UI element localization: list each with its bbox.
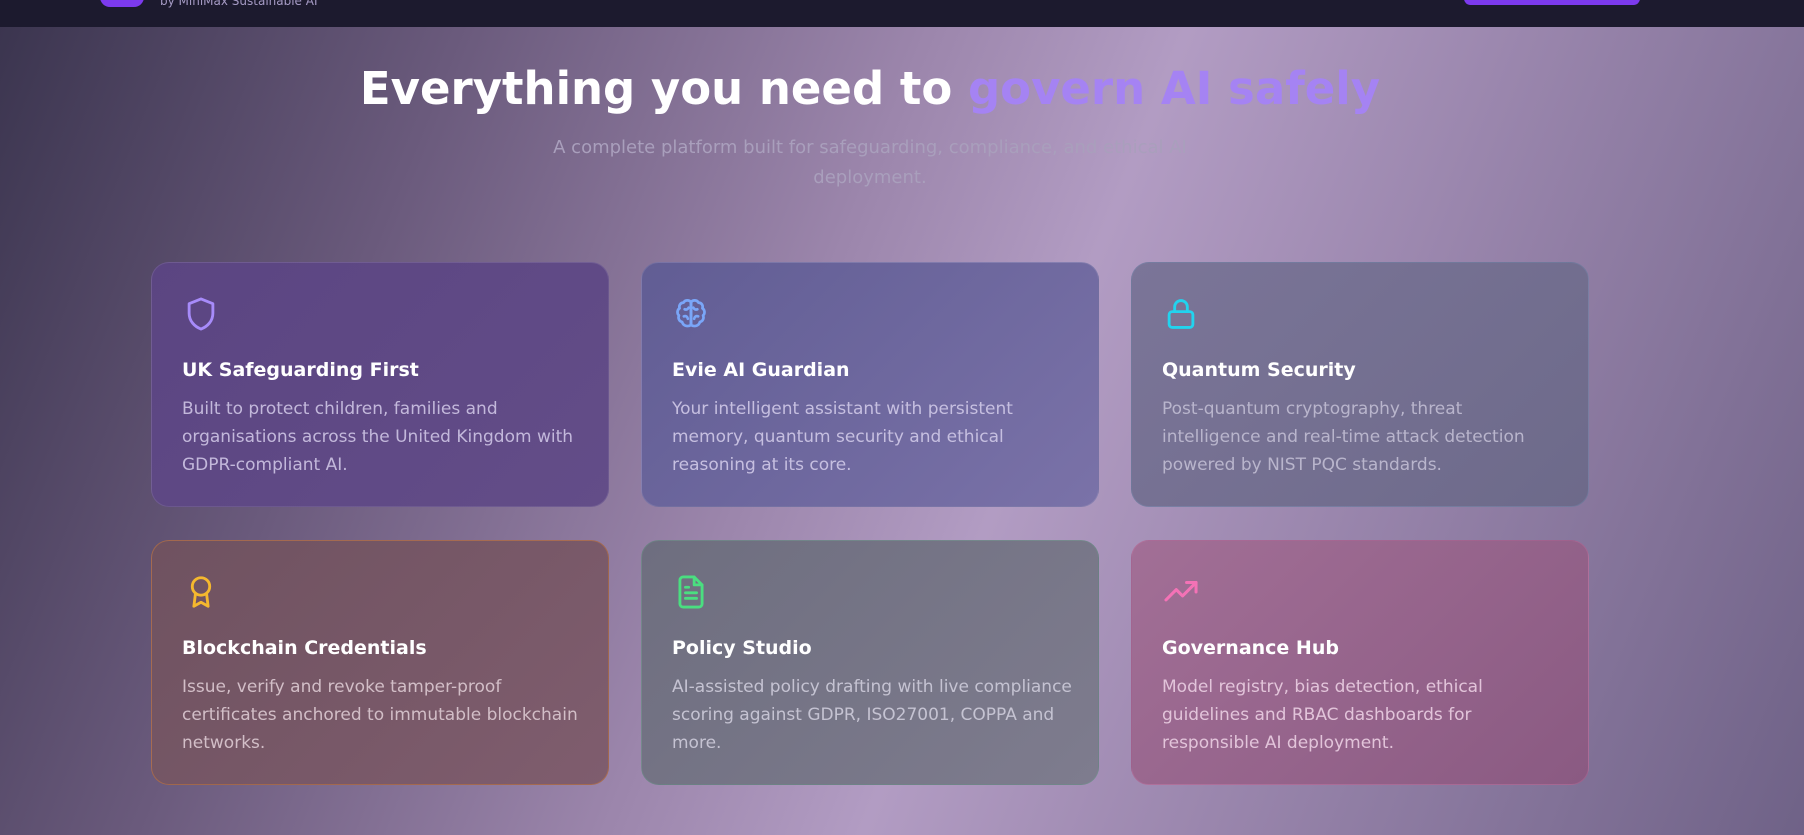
feature-description: Issue, verify and revoke tamper-proof ce…: [182, 677, 578, 753]
header-cta-button[interactable]: [1464, 0, 1640, 5]
feature-card-evie-ai-guardian[interactable]: Evie AI Guardian Your intelligent assist…: [641, 262, 1099, 507]
feature-title: Policy Studio: [672, 637, 812, 659]
document-icon: [672, 573, 710, 611]
feature-title: UK Safeguarding First: [182, 359, 419, 381]
award-icon: [182, 573, 220, 611]
lock-icon: [1162, 295, 1200, 333]
feature-description: Post-quantum cryptography, threat intell…: [1162, 399, 1525, 475]
brand-subtitle: by MiniMax Sustainable AI: [160, 0, 318, 8]
brand-logo[interactable]: [100, 0, 144, 7]
feature-description: AI-assisted policy drafting with live co…: [672, 677, 1072, 753]
top-navigation-bar: by MiniMax Sustainable AI: [0, 0, 1804, 27]
feature-card-uk-safeguarding[interactable]: UK Safeguarding First Built to protect c…: [151, 262, 609, 507]
feature-description: Your intelligent assistant with persiste…: [672, 399, 1013, 475]
brain-icon: [672, 295, 710, 333]
heading-prefix: Everything you need to: [359, 62, 968, 115]
feature-card-quantum-security[interactable]: Quantum Security Post-quantum cryptograp…: [1131, 262, 1589, 507]
feature-card-blockchain-credentials[interactable]: Blockchain Credentials Issue, verify and…: [151, 540, 609, 785]
feature-title: Governance Hub: [1162, 637, 1339, 659]
heading-accent: govern AI safely: [967, 62, 1381, 115]
trending-up-icon: [1162, 573, 1200, 611]
feature-card-policy-studio[interactable]: Policy Studio AI-assisted policy draftin…: [641, 540, 1099, 785]
feature-description: Built to protect children, families and …: [182, 399, 574, 475]
feature-title: Evie AI Guardian: [672, 359, 850, 381]
section-heading: Everything you need to govern AI safely: [0, 58, 1740, 120]
feature-title: Blockchain Credentials: [182, 637, 427, 659]
section-subtitle: A complete platform built for safeguardi…: [553, 137, 1187, 188]
feature-card-governance-hub[interactable]: Governance Hub Model registry, bias dete…: [1131, 540, 1589, 785]
shield-icon: [182, 295, 220, 333]
feature-description: Model registry, bias detection, ethical …: [1162, 677, 1483, 753]
feature-title: Quantum Security: [1162, 359, 1356, 381]
